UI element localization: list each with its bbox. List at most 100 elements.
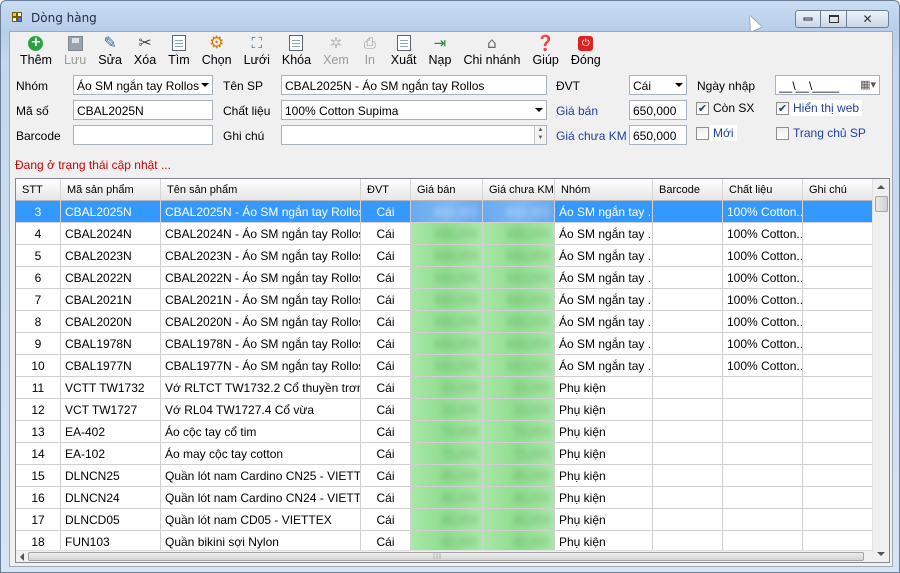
cell-barcode[interactable] <box>653 311 723 332</box>
cell-ghi-chu[interactable] <box>803 487 873 508</box>
cell-nhom[interactable]: Phụ kiện <box>555 487 653 508</box>
cell-nhom[interactable]: Phụ kiện <box>555 443 653 464</box>
cell-barcode[interactable] <box>653 487 723 508</box>
cell-ghi-chu[interactable] <box>803 223 873 244</box>
cell-ma[interactable]: EA-102 <box>61 443 161 464</box>
cell-gia-ban[interactable]: 650,000 <box>411 267 483 288</box>
table-row[interactable]: 14 EA-102 Áo may cộc tay cotton Cái 75,000 75… <box>16 443 873 465</box>
cell-nhom[interactable]: Phụ kiện <box>555 399 653 420</box>
cell-chat-lieu[interactable] <box>723 531 803 552</box>
cell-dvt[interactable]: Cái <box>361 355 411 376</box>
cell-nhom[interactable]: Phụ kiện <box>555 377 653 398</box>
scroll-down-icon[interactable] <box>877 552 885 556</box>
cell-stt[interactable]: 18 <box>16 531 61 552</box>
cell-gia-km[interactable]: 33,000 <box>483 377 555 398</box>
hien-thi-web-checkbox[interactable]: ✔ <box>776 102 789 115</box>
cell-ten[interactable]: Vớ RL04 TW1727.4 Cổ vừa <box>161 399 361 420</box>
cell-ma[interactable]: CBAL2024N <box>61 223 161 244</box>
cell-stt[interactable]: 15 <box>16 465 61 486</box>
column-header[interactable]: ĐVT <box>361 179 411 201</box>
table-row[interactable]: 3 CBAL2025N CBAL2025N - Áo SM ngắn tay Rol… <box>16 201 873 223</box>
cell-ten[interactable]: CBAL1977N - Áo SM ngắn tay Rollos <box>161 355 361 376</box>
cell-stt[interactable]: 14 <box>16 443 61 464</box>
gia-chua-km-input[interactable]: 650,000 <box>629 125 687 145</box>
cell-barcode[interactable] <box>653 421 723 442</box>
cell-gia-km[interactable]: 650,000 <box>483 355 555 376</box>
choose-button[interactable]: ⚙ Chọn <box>196 32 238 67</box>
cell-ma[interactable]: CBAL2025N <box>61 201 161 222</box>
cell-stt[interactable]: 9 <box>16 333 61 354</box>
cell-gia-km[interactable]: 650,000 <box>483 311 555 332</box>
cell-nhom[interactable]: Phụ kiện <box>555 421 653 442</box>
hscroll-thumb[interactable] <box>28 552 864 561</box>
cell-barcode[interactable] <box>653 245 723 266</box>
cell-chat-lieu[interactable]: 100% Cotton... <box>723 311 803 332</box>
cell-stt[interactable]: 10 <box>16 355 61 376</box>
export-button[interactable]: Xuất <box>385 32 423 67</box>
view-button[interactable]: ✲ Xem <box>317 32 355 67</box>
cell-dvt[interactable]: Cái <box>361 421 411 442</box>
column-header[interactable]: Chất liệu <box>723 179 803 201</box>
cell-nhom[interactable]: Áo SM ngắn tay ... <box>555 267 653 288</box>
cell-gia-km[interactable]: 45,000 <box>483 487 555 508</box>
cell-stt[interactable]: 4 <box>16 223 61 244</box>
cell-ten[interactable]: Quần lót nam Cardino CN24 - VIETTEX <box>161 487 361 508</box>
cell-barcode[interactable] <box>653 531 723 552</box>
cell-gia-ban[interactable]: 45,000 <box>411 487 483 508</box>
trang-chu-sp-checkbox[interactable] <box>776 127 789 140</box>
cell-stt[interactable]: 17 <box>16 509 61 530</box>
cell-ghi-chu[interactable] <box>803 201 873 222</box>
cell-ma[interactable]: DLNCN24 <box>61 487 161 508</box>
cell-stt[interactable]: 16 <box>16 487 61 508</box>
cell-gia-ban[interactable]: 650,000 <box>411 223 483 244</box>
cell-gia-ban[interactable]: 650,000 <box>411 201 483 222</box>
cell-ten[interactable]: Quần bikini sợi Nylon <box>161 531 361 552</box>
gia-ban-input[interactable]: 650,000 <box>629 100 687 120</box>
print-button[interactable]: ⎙ In <box>355 32 385 67</box>
ghi-chu-input[interactable]: ▲ ▼ <box>281 125 547 145</box>
cell-nhom[interactable]: Áo SM ngắn tay ... <box>555 245 653 266</box>
cell-nhom[interactable]: Áo SM ngắn tay ... <box>555 201 653 222</box>
cell-ten[interactable]: Vớ RLTCT TW1732.2 Cổ thuyền trơn <box>161 377 361 398</box>
cell-stt[interactable]: 7 <box>16 289 61 310</box>
cell-chat-lieu[interactable] <box>723 509 803 530</box>
cell-gia-ban[interactable]: 650,000 <box>411 355 483 376</box>
cell-ghi-chu[interactable] <box>803 509 873 530</box>
cell-gia-ban[interactable]: 33,000 <box>411 399 483 420</box>
import-button[interactable]: ⇥ Nạp <box>423 32 458 67</box>
ngay-nhap-datepicker[interactable]: __\__\____ ▦▾ <box>775 75 880 95</box>
cell-ten[interactable]: CBAL2020N - Áo SM ngắn tay Rollos <box>161 311 361 332</box>
cell-nhom[interactable]: Áo SM ngắn tay ... <box>555 223 653 244</box>
cell-dvt[interactable]: Cái <box>361 223 411 244</box>
scroll-thumb[interactable] <box>875 196 888 212</box>
cell-dvt[interactable]: Cái <box>361 399 411 420</box>
cell-dvt[interactable]: Cái <box>361 201 411 222</box>
cell-ten[interactable]: CBAL2023N - Áo SM ngắn tay Rollos <box>161 245 361 266</box>
cell-barcode[interactable] <box>653 267 723 288</box>
cell-ghi-chu[interactable] <box>803 267 873 288</box>
cell-ma[interactable]: CBAL2020N <box>61 311 161 332</box>
chat-lieu-combobox[interactable]: 100% Cotton Supima <box>281 100 547 120</box>
cell-gia-ban[interactable]: 45,000 <box>411 465 483 486</box>
cell-stt[interactable]: 6 <box>16 267 61 288</box>
cell-ghi-chu[interactable] <box>803 377 873 398</box>
table-row[interactable]: 7 CBAL2021N CBAL2021N - Áo SM ngắn tay Rol… <box>16 289 873 311</box>
cell-barcode[interactable] <box>653 377 723 398</box>
cell-stt[interactable]: 8 <box>16 311 61 332</box>
edit-button[interactable]: ✎ Sửa <box>92 32 128 68</box>
cell-stt[interactable]: 13 <box>16 421 61 442</box>
cell-ma[interactable]: CBAL2023N <box>61 245 161 266</box>
cell-chat-lieu[interactable]: 100% Cotton... <box>723 355 803 376</box>
cell-dvt[interactable]: Cái <box>361 443 411 464</box>
cell-ghi-chu[interactable] <box>803 333 873 354</box>
cell-nhom[interactable]: Áo SM ngắn tay ... <box>555 289 653 310</box>
cell-ghi-chu[interactable] <box>803 355 873 376</box>
table-row[interactable]: 6 CBAL2022N CBAL2022N - Áo SM ngắn tay Rol… <box>16 267 873 289</box>
cell-stt[interactable]: 12 <box>16 399 61 420</box>
column-header[interactable]: Barcode <box>653 179 723 201</box>
cell-ten[interactable]: Áo cộc tay cổ tim <box>161 421 361 442</box>
cell-ma[interactable]: EA-402 <box>61 421 161 442</box>
barcode-input[interactable] <box>73 125 213 145</box>
moi-checkbox[interactable] <box>696 127 709 140</box>
cell-chat-lieu[interactable] <box>723 465 803 486</box>
